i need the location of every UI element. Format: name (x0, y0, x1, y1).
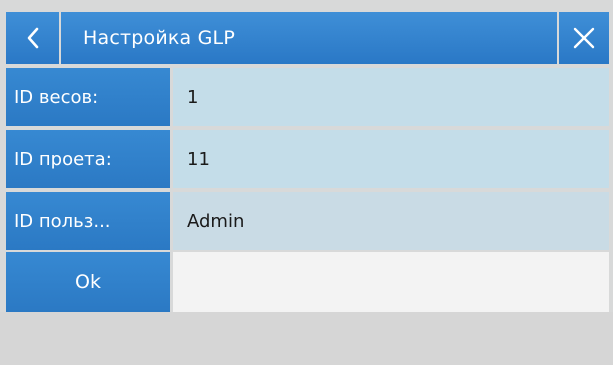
scale-id-field[interactable]: 1 (173, 68, 609, 126)
scale-id-label: ID весов: (6, 68, 170, 126)
title-bar: Настройка GLP (6, 12, 609, 64)
bottom-area (0, 312, 613, 365)
field-row-user-id: ID польз... Admin (6, 192, 609, 250)
field-row-project-id: ID проета: 11 (6, 130, 609, 188)
field-row-scale-id: ID весов: 1 (6, 68, 609, 126)
user-id-field[interactable]: Admin (173, 192, 609, 250)
chevron-left-icon (25, 26, 41, 50)
project-id-label: ID проета: (6, 130, 170, 188)
close-icon (571, 25, 597, 51)
user-id-label: ID польз... (6, 192, 170, 250)
glp-settings-screen: Настройка GLP ID весов: 1 ID проета: 11 … (0, 0, 613, 365)
empty-panel (173, 252, 609, 312)
close-button[interactable] (559, 12, 609, 64)
ok-button[interactable]: Ok (6, 252, 170, 312)
back-button[interactable] (6, 12, 59, 64)
actions-row: Ok (6, 252, 609, 312)
project-id-field[interactable]: 11 (173, 130, 609, 188)
page-title: Настройка GLP (83, 27, 236, 49)
page-title-bar: Настройка GLP (61, 12, 557, 64)
